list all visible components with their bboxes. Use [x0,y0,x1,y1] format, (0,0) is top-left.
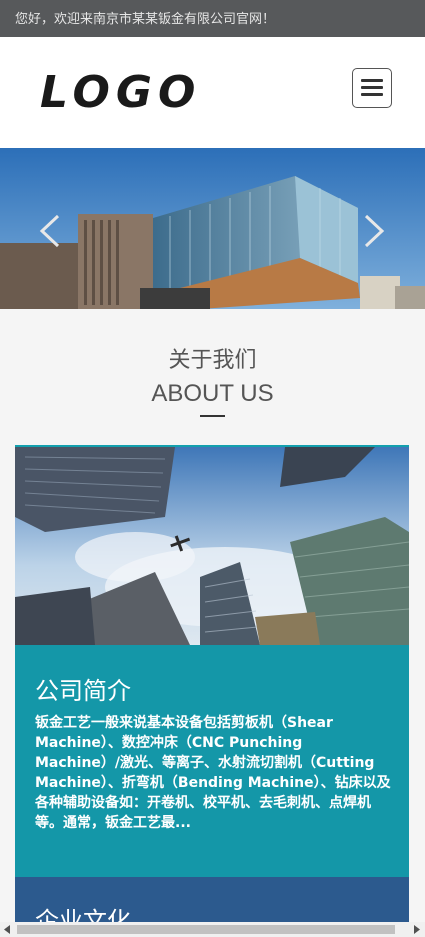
svg-text:LOGO: LOGO [40,71,201,111]
scroll-left-icon[interactable] [3,925,11,934]
about-title-cn: 关于我们 [168,347,257,372]
menu-toggle-button[interactable] [352,68,392,108]
banner-next-arrow-icon[interactable] [362,214,386,253]
intro-card-title: 公司简介 [35,677,131,705]
title-divider [200,415,225,417]
banner-prev-arrow-icon[interactable] [38,214,62,253]
site-header: LOGO [0,37,425,148]
hamburger-icon-line [361,86,383,89]
scroll-right-icon[interactable] [413,925,421,934]
hamburger-icon-line [361,93,383,96]
welcome-text: 您好，欢迎来南京市某某钣金有限公司官网！ [15,11,276,26]
skyscraper-photo [15,447,409,645]
top-welcome-bar: 您好，欢迎来南京市某某钣金有限公司官网！ [0,0,425,37]
hamburger-icon [361,79,383,82]
company-intro-card[interactable]: 公司简介 钣金工艺一般来说基本设备包括剪板机（Shear Machine）、数控… [15,445,409,877]
about-section-heading: 关于我们 ABOUT US [0,345,425,410]
scrollbar-thumb[interactable] [17,925,395,934]
about-title-en: ABOUT US [151,380,274,407]
horizontal-scrollbar[interactable] [0,922,425,937]
intro-card-text: 钣金工艺一般来说基本设备包括剪板机（Shear Machine）、数控冲床（CN… [35,715,391,831]
site-logo[interactable]: LOGO [38,67,208,118]
